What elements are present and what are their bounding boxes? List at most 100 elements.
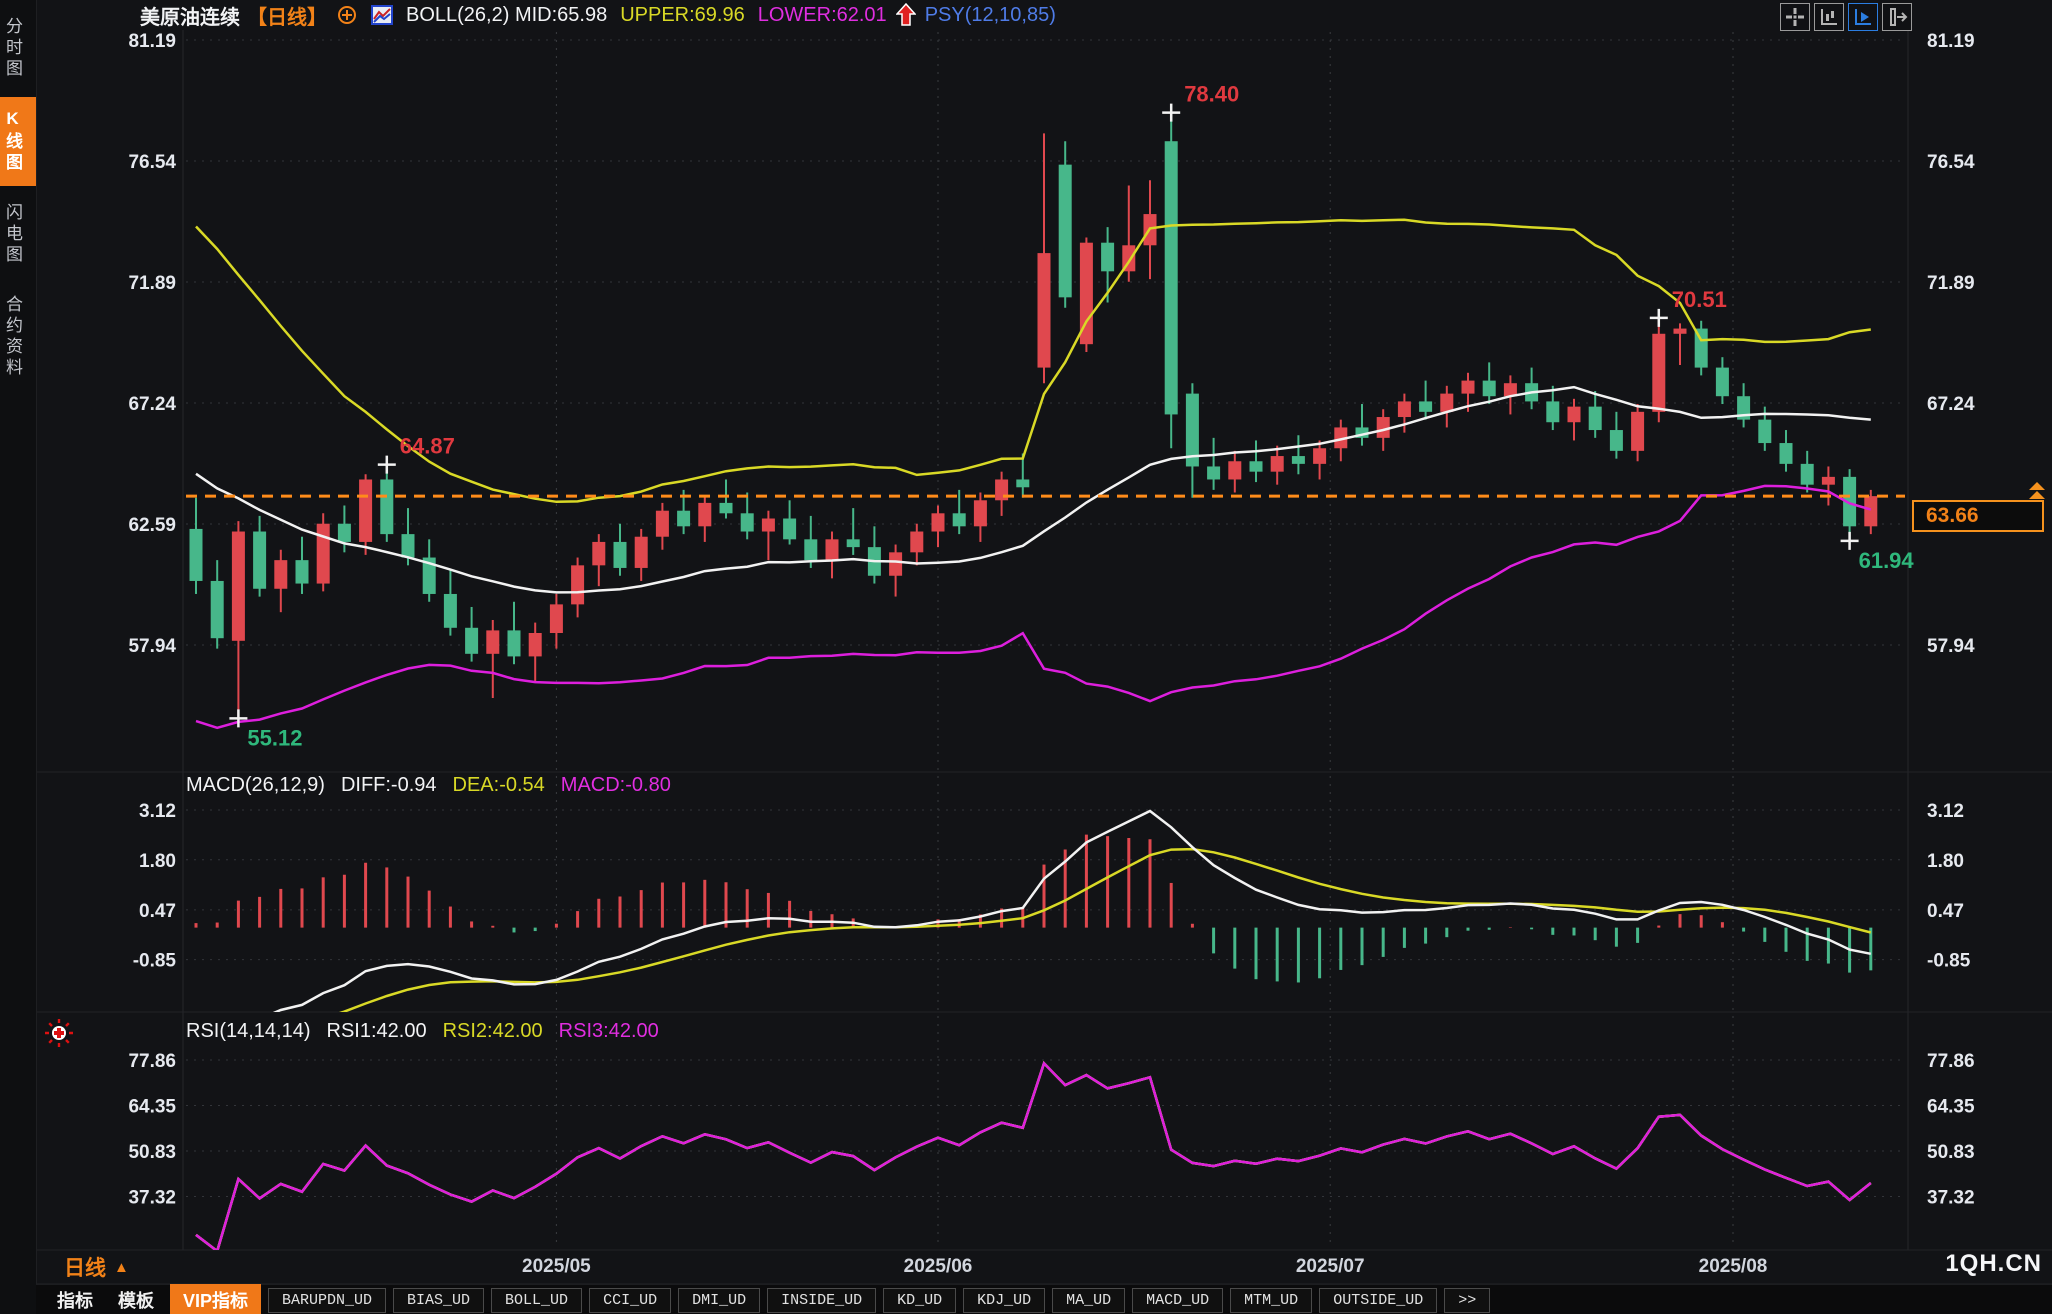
tab-KDJ_UD[interactable]: KDJ_UD (963, 1288, 1045, 1313)
move-tool-icon (1783, 5, 1807, 29)
axis-tick-label: 0.47 (139, 901, 176, 922)
live-indicator-icon (44, 1018, 74, 1048)
annotation-label: 78.40 (1184, 82, 1239, 107)
axis-tick-label: 57.94 (1927, 636, 1975, 657)
axis-tick-label: 76.54 (128, 152, 176, 173)
axis-tick-label: 50.83 (1927, 1142, 1975, 1163)
axis-tick-label: 50.83 (128, 1142, 176, 1163)
candles-layer (190, 113, 1878, 719)
axis-play-tool-button[interactable] (1848, 3, 1878, 31)
tab-CCI_UD[interactable]: CCI_UD (589, 1288, 671, 1313)
axis-tick-label: 81.19 (128, 31, 176, 52)
axis-tick-label: 3.12 (1927, 801, 1964, 822)
annotation-label: 64.87 (400, 434, 455, 459)
sidebar-item-合约资料[interactable]: 合约资料 (0, 283, 36, 391)
watermark: 1QH.CN (1945, 1250, 2042, 1278)
axis-tick-label: 77.86 (1927, 1051, 1975, 1072)
macd-pane-labels: MACD(26,12,9) DIFF:-0.94 DEA:-0.54 MACD:… (186, 774, 671, 797)
tab-OUTSIDE_UD[interactable]: OUTSIDE_UD (1319, 1288, 1437, 1313)
rsi1-value: RSI1:42.00 (327, 1020, 427, 1043)
tab-MA_UD[interactable]: MA_UD (1052, 1288, 1125, 1313)
symbol-title: 美原油连续 (140, 1, 240, 30)
axis-tick-label: 64.35 (128, 1096, 176, 1117)
tab-KD_UD[interactable]: KD_UD (883, 1288, 956, 1313)
axis-candle-tool-button[interactable] (1814, 3, 1844, 31)
price-annotation: 64.87 (378, 434, 455, 474)
boll-lower-value: LOWER:62.01 (758, 4, 887, 27)
exit-axis-tool-icon (1885, 5, 1909, 29)
sidebar: 分时图 K线图闪电图合约资料 (0, 0, 37, 1314)
annotation-label: 55.12 (247, 725, 302, 750)
boll-mid-value: BOLL(26,2) MID:65.98 (406, 4, 607, 27)
price-annotation: 55.12 (229, 709, 302, 750)
chart-style-icon[interactable] (371, 5, 393, 25)
tab-VIP指标[interactable]: VIP指标 (170, 1284, 261, 1314)
sidebar-item-K线图[interactable]: K线图 (0, 97, 36, 186)
move-tool-button[interactable] (1780, 3, 1810, 31)
axis-tick-label: 3.12 (139, 801, 176, 822)
bottom-tab-bar: 指标模板VIP指标 BARUPDN_UD BIAS_UD BOLL_UD CCI_UD D… (36, 1284, 2052, 1314)
axis-tick-label: 62.59 (128, 515, 176, 536)
annotation-label: 70.51 (1672, 287, 1727, 312)
tab-BIAS_UD[interactable]: BIAS_UD (393, 1288, 484, 1313)
sidebar-item-分时图[interactable]: 分时图 (0, 5, 36, 92)
price-up-arrows-icon (2026, 482, 2048, 502)
rsi2-value: RSI2:42.00 (443, 1020, 543, 1043)
axis-candle-tool-icon (1817, 5, 1841, 29)
axis-tick-label: 71.89 (1927, 273, 1975, 294)
sidebar-item-闪电图[interactable]: 闪电图 (0, 191, 36, 278)
tab-INSIDE_UD[interactable]: INSIDE_UD (767, 1288, 876, 1313)
axis-play-tool-icon (1851, 5, 1875, 29)
macd-diff-value: DIFF:-0.94 (341, 774, 437, 797)
tab-DMI_UD[interactable]: DMI_UD (678, 1288, 760, 1313)
axis-tick-label: 57.94 (128, 636, 176, 657)
axis-tick-label: 37.32 (128, 1187, 176, 1208)
tab-模板[interactable]: 模板 (109, 1285, 163, 1314)
tab->>[interactable]: >> (1444, 1288, 1490, 1313)
axis-tick-label: 0.47 (1927, 901, 1964, 922)
arrow-up-icon (896, 3, 916, 27)
tab-BARUPDN_UD[interactable]: BARUPDN_UD (268, 1288, 386, 1313)
last-price-box: 63.66 (1912, 500, 2044, 532)
x-axis-date-label: 2025/08 (1699, 1256, 1768, 1277)
rsi2-line (196, 1063, 1871, 1251)
add-indicator-icon[interactable] (336, 4, 358, 26)
axis-tick-label: 81.19 (1927, 31, 1975, 52)
boll-upper-value: UPPER:69.96 (620, 4, 745, 27)
tab-MTM_UD[interactable]: MTM_UD (1230, 1288, 1312, 1313)
axis-tick-label: -0.85 (1927, 951, 1971, 972)
tab-指标[interactable]: 指标 (48, 1285, 102, 1314)
axis-tick-label: 1.80 (1927, 851, 1964, 872)
chart-canvas[interactable]: 81.19 81.19 76.54 76.54 71.89 71.89 67.24 67.24… (0, 0, 2052, 1314)
axis-tick-label: -0.85 (133, 951, 177, 972)
period-label: 日线 (64, 1252, 106, 1282)
rsi1-line (196, 1063, 1871, 1251)
chevron-up-icon: ▲ (114, 1259, 129, 1276)
last-price-value: 63.66 (1914, 504, 1979, 528)
axis-tick-label: 76.54 (1927, 152, 1975, 173)
exit-axis-tool-button[interactable] (1882, 3, 1912, 31)
period-selector[interactable]: 日线 ▲ (64, 1252, 129, 1282)
x-axis-date-label: 2025/07 (1296, 1256, 1365, 1277)
price-annotation: 61.94 (1841, 532, 1915, 573)
x-axis-date-label: 2025/05 (522, 1256, 591, 1277)
tab-MACD_UD[interactable]: MACD_UD (1132, 1288, 1223, 1313)
macd-dea-value: DEA:-0.54 (453, 774, 545, 797)
rsi-axis: 77.86 77.86 64.35 64.35 50.83 50.83 37.32 37.32 (128, 1051, 1975, 1208)
rsi-title: RSI(14,14,14) (186, 1020, 311, 1043)
macd-histogram (196, 835, 1871, 983)
tab-BOLL_UD[interactable]: BOLL_UD (491, 1288, 582, 1313)
axis-tick-label: 67.24 (1927, 394, 1975, 415)
x-axis-date-label: 2025/06 (904, 1256, 973, 1277)
axis-tick-label: 1.80 (139, 851, 176, 872)
boll-upper-line (196, 220, 1871, 502)
axis-tick-label: 77.86 (128, 1051, 176, 1072)
price-annotation: 70.51 (1650, 287, 1727, 327)
axis-tick-label: 67.24 (128, 394, 176, 415)
axis-tick-label: 37.32 (1927, 1187, 1975, 1208)
macd-macd-value: MACD:-0.80 (561, 774, 671, 797)
axis-tick-label: 64.35 (1927, 1096, 1975, 1117)
macd-diff-line (196, 811, 1871, 1040)
axis-tick-label: 71.89 (128, 273, 176, 294)
chart-toolbar (1780, 3, 1912, 31)
